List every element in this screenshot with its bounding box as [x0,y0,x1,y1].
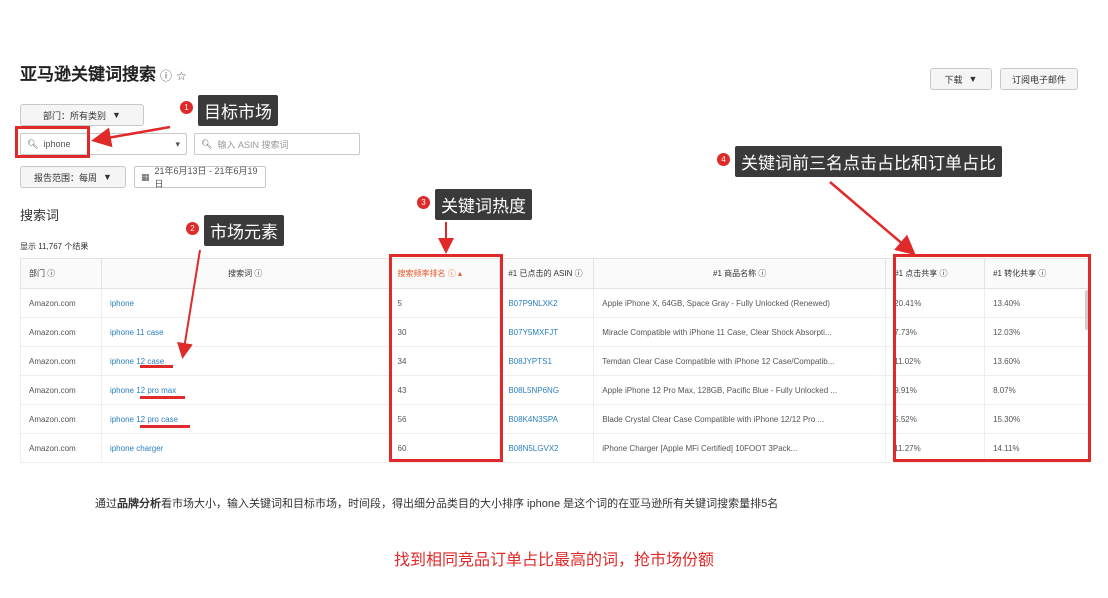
arrow-to-share-columns [829,181,916,256]
caption-text: 通过品牌分析看市场大小，输入关键词和目标市场，时间段，得出细分品类目的大小排序 … [95,498,779,510]
footer-tip: 找到相同竞品订单占比最高的词，抢市场份额 [393,552,714,569]
arrow-to-keyword-input [91,125,171,148]
arrow-to-search-terms [177,249,201,359]
